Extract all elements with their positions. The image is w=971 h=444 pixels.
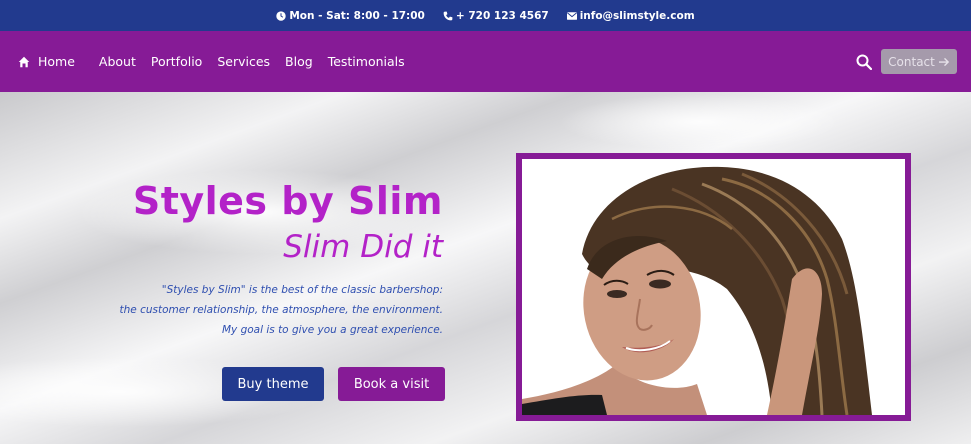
contact-label: Contact bbox=[888, 54, 935, 69]
email-info[interactable]: info@slimstyle.com bbox=[566, 9, 695, 22]
phone-icon bbox=[443, 11, 453, 20]
nav-home[interactable]: Home bbox=[18, 54, 75, 69]
hero-text: Styles by Slim Slim Did it "Styles by Sl… bbox=[23, 178, 443, 340]
search-icon bbox=[856, 54, 872, 70]
nav-item-testimonials[interactable]: Testimonials bbox=[328, 54, 405, 69]
nav-actions: Contact bbox=[855, 49, 957, 74]
hours-text: Mon - Sat: 8:00 - 17:00 bbox=[289, 9, 425, 22]
hours-info: Mon - Sat: 8:00 - 17:00 bbox=[276, 10, 425, 22]
email-text: info@slimstyle.com bbox=[579, 9, 695, 22]
hero-section: Styles by Slim Slim Did it "Styles by Sl… bbox=[0, 92, 971, 444]
portrait-illustration bbox=[522, 159, 905, 415]
nav-item-services[interactable]: Services bbox=[217, 54, 270, 69]
contact-button[interactable]: Contact bbox=[881, 49, 957, 74]
home-icon bbox=[18, 56, 30, 67]
phone-text: + 720 123 4567 bbox=[455, 9, 549, 22]
arrow-right-icon bbox=[938, 57, 949, 66]
nav-item-portfolio[interactable]: Portfolio bbox=[151, 54, 202, 69]
hero-subtitle: Slim Did it bbox=[283, 229, 443, 265]
portrait-image bbox=[516, 153, 911, 421]
main-navbar: Home About Portfolio Services Blog Testi… bbox=[0, 31, 971, 92]
mail-icon bbox=[566, 11, 577, 20]
phone-info[interactable]: + 720 123 4567 bbox=[443, 10, 549, 22]
book-visit-button[interactable]: Book a visit bbox=[338, 367, 445, 401]
buy-theme-button[interactable]: Buy theme bbox=[222, 367, 324, 401]
hero-desc-line: the customer relationship, the atmospher… bbox=[119, 304, 443, 316]
search-button[interactable] bbox=[855, 53, 873, 71]
nav-home-label: Home bbox=[38, 54, 75, 69]
nav-menu: About Portfolio Services Blog Testimonia… bbox=[99, 54, 405, 69]
clock-icon bbox=[276, 10, 287, 21]
top-info-bar: Mon - Sat: 8:00 - 17:00 + 720 123 4567 i… bbox=[0, 0, 971, 31]
nav-item-about[interactable]: About bbox=[99, 54, 136, 69]
hero-desc-line: My goal is to give you a great experienc… bbox=[221, 324, 443, 336]
hero-title: Styles by Slim bbox=[132, 179, 443, 223]
nav-item-blog[interactable]: Blog bbox=[285, 54, 313, 69]
hero-buttons: Buy theme Book a visit bbox=[222, 367, 445, 401]
hero-description: "Styles by Slim" is the best of the clas… bbox=[23, 280, 443, 340]
hero-desc-line: "Styles by Slim" is the best of the clas… bbox=[161, 284, 443, 296]
